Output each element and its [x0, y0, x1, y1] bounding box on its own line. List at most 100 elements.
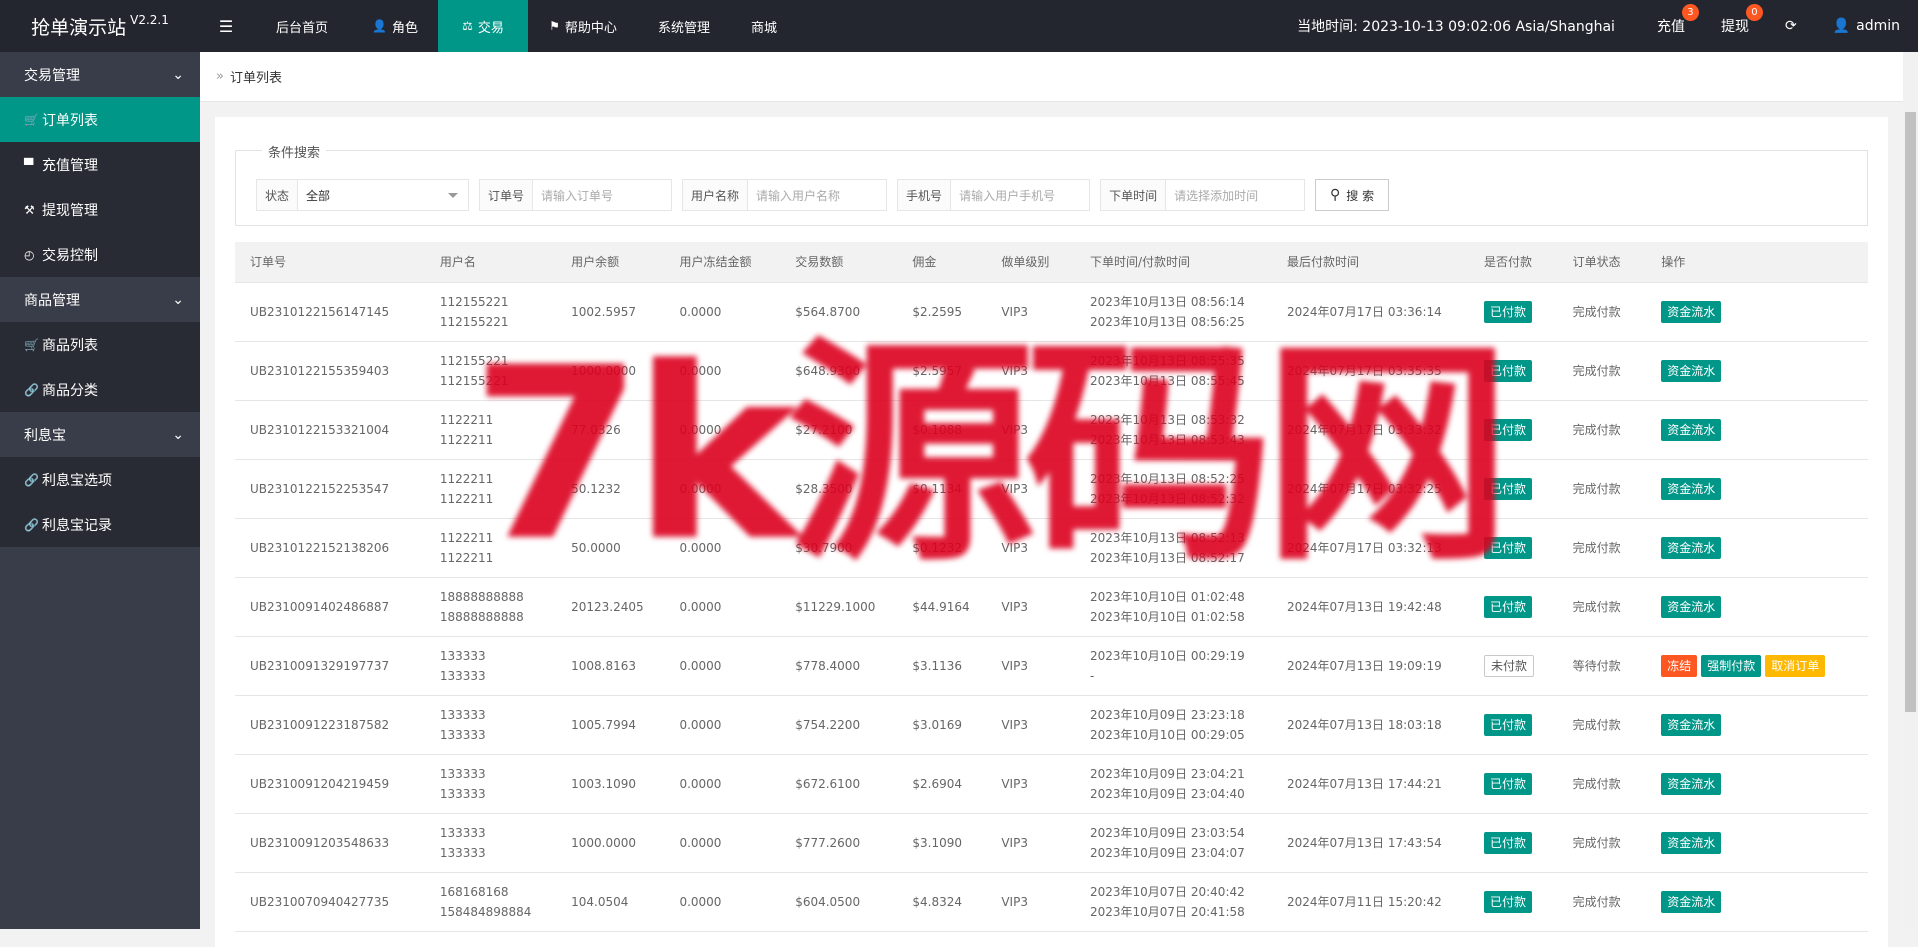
app-logo[interactable]: 抢单演示站 V2.2.1: [0, 0, 200, 52]
action-button[interactable]: 资金流水: [1661, 418, 1722, 441]
time-input[interactable]: 请选择添加时间: [1166, 180, 1304, 210]
username: 1122211: [439, 530, 494, 545]
action-button[interactable]: 资金流水: [1661, 890, 1722, 913]
sidebar-group-2[interactable]: 利息宝 ⌄: [0, 412, 200, 457]
table-header: 订单号 用户名 用户余额 用户冻结金额 交易数额 佣金 做单级别 下单时间/付款时间 最后付款时…: [235, 242, 1868, 283]
status-select[interactable]: 全部: [298, 180, 468, 210]
table-cell: VIP3: [986, 282, 1075, 342]
balance: 1008.8163: [571, 658, 637, 673]
sidebar-item-0-3[interactable]: ◴ 交易控制: [0, 232, 200, 277]
nav-item-label: 系统管理: [657, 20, 710, 36]
table-row: UB2310091203548633 133333 133333 1000.0000 0…: [235, 813, 1868, 873]
action-button[interactable]: 资金流水: [1661, 772, 1722, 795]
frozen-amount: 0.0000: [679, 599, 722, 614]
table-cell: 104.0504: [556, 872, 665, 932]
order-filter: 订单号 请输入订单号: [479, 179, 673, 211]
phone-input[interactable]: 请输入用户手机号: [951, 180, 1089, 210]
page-scrollbar[interactable]: [1903, 52, 1918, 929]
recharge-label: 充值: [1656, 19, 1685, 35]
order-time: 2023年10月13日 08:55:35: [1089, 353, 1245, 368]
refresh-icon[interactable]: ⟳: [1767, 0, 1815, 52]
last-pay-time: 2024年07月13日 17:44:21: [1286, 776, 1442, 791]
action-button[interactable]: 资金流水: [1661, 536, 1722, 559]
nav-item-3[interactable]: ⚑ 帮助中心: [528, 0, 638, 52]
nav-item-4[interactable]: 系统管理: [638, 0, 730, 52]
order-status: 完成付款: [1572, 717, 1621, 732]
order-status: 完成付款: [1572, 304, 1621, 319]
nav-item-1[interactable]: 👤 角色: [352, 0, 438, 52]
username: 112155221: [439, 294, 509, 309]
trade-amount: $27.2100: [795, 422, 853, 437]
username: 112155221: [439, 373, 509, 388]
nav-item-2[interactable]: ⚖ 交易: [437, 0, 528, 52]
status-label: 状态: [257, 180, 299, 210]
action-button[interactable]: 资金流水: [1661, 359, 1722, 382]
action-button[interactable]: 取消订单: [1765, 654, 1826, 677]
sidebar-item-0-1[interactable]: ▀ 充值管理: [0, 142, 200, 187]
table-cell: 2023年10月09日 23:03:54 2023年10月09日 23:04:07: [1074, 813, 1272, 873]
action-button[interactable]: 资金流水: [1661, 713, 1722, 736]
action-button[interactable]: 资金流水: [1661, 477, 1722, 500]
action-button[interactable]: 资金流水: [1661, 831, 1722, 854]
table-cell: UB2310091204219459: [235, 754, 425, 814]
sidebar-item-label: 充值管理: [42, 157, 98, 174]
scrollbar-thumb[interactable]: [1905, 112, 1916, 712]
sidebar-item-2-0[interactable]: 🔗 利息宝选项: [0, 457, 200, 502]
dashboard-icon: ◴: [24, 247, 35, 262]
last-pay-time: 2024年07月13日 17:43:54: [1286, 835, 1442, 850]
trade-amount: $604.0500: [795, 894, 861, 909]
table-cell: 2023年10月09日 23:04:21 2023年10月09日 23:04:40: [1074, 754, 1272, 814]
frozen-amount: 0.0000: [679, 835, 722, 850]
order-status: 完成付款: [1572, 422, 1621, 437]
order-id: UB2310091204219459: [250, 776, 390, 791]
username-input[interactable]: 请输入用户名称: [748, 180, 886, 210]
column-header: 最后付款时间: [1271, 242, 1469, 283]
table-cell: 2024年07月17日 03:32:13: [1271, 518, 1469, 578]
sidebar-item-1-1[interactable]: 🔗 商品分类: [0, 367, 200, 412]
action-button[interactable]: 冻结: [1661, 654, 1698, 677]
table-cell: 2024年07月17日 03:32:25: [1271, 459, 1469, 519]
nav-item-0[interactable]: 后台首页: [252, 0, 352, 52]
action-button[interactable]: 资金流水: [1661, 300, 1722, 323]
recharge-button[interactable]: 充值 3: [1639, 0, 1703, 52]
column-header: 用户名: [424, 242, 557, 283]
sidebar-item-0-0[interactable]: 🛒 订单列表: [0, 97, 200, 142]
table-cell: 资金流水: [1646, 459, 1868, 519]
column-header: 订单状态: [1557, 242, 1647, 283]
table-cell: 2024年07月11日 15:20:42: [1271, 872, 1469, 932]
order-input[interactable]: 请输入订单号: [533, 180, 671, 210]
nav-item-5[interactable]: 商城: [730, 0, 798, 52]
user-menu[interactable]: 👤 admin: [1815, 0, 1918, 52]
column-header: 是否付款: [1468, 242, 1558, 283]
username: 133333: [439, 766, 486, 781]
search-panel: 条件搜索 状态 全部 订单号 请输入订单号 用户名称 请输入用户名称 手机号 请…: [235, 142, 1868, 226]
action-button[interactable]: 强制付款: [1701, 654, 1762, 677]
content-card: 条件搜索 状态 全部 订单号 请输入订单号 用户名称 请输入用户名称 手机号 请…: [215, 117, 1888, 947]
action-button[interactable]: 资金流水: [1661, 595, 1722, 618]
sidebar-item-2-1[interactable]: 🔗 利息宝记录: [0, 502, 200, 547]
table-cell: 等待付款: [1557, 636, 1647, 696]
balance: 1005.7994: [571, 717, 637, 732]
search-button[interactable]: ⚲ 搜 索: [1315, 179, 1390, 211]
username: 1122211: [439, 432, 494, 447]
chevron-down-icon: ⌄: [172, 291, 184, 308]
sidebar-item-1-0[interactable]: 🛒 商品列表: [0, 322, 200, 367]
sidebar-group-1[interactable]: 商品管理 ⌄: [0, 277, 200, 322]
orders-table: 订单号 用户名 用户余额 用户冻结金额 交易数额 佣金 做单级别 下单时间/付款时间 最后付款时…: [235, 242, 1868, 932]
table-cell: 2024年07月17日 03:35:35: [1271, 341, 1469, 401]
balance: 1000.0000: [571, 835, 637, 850]
withdraw-button[interactable]: 提现 0: [1703, 0, 1767, 52]
sidebar-item-label: 交易控制: [42, 247, 98, 264]
table-cell: $2.2595: [897, 282, 987, 342]
sidebar-item-0-2[interactable]: ⚒ 提现管理: [0, 187, 200, 232]
table-cell: $30.7900: [780, 518, 898, 578]
table-cell: VIP3: [986, 400, 1075, 460]
vip-level: VIP3: [1001, 363, 1028, 378]
table-cell: $777.2600: [780, 813, 898, 873]
paid-status-badge: 已付款: [1483, 418, 1532, 441]
order-status: 等待付款: [1572, 658, 1621, 673]
sidebar-group-0[interactable]: 交易管理 ⌄: [0, 52, 200, 97]
menu-toggle-icon[interactable]: ☰: [200, 0, 252, 52]
table-cell: 1008.8163: [556, 636, 665, 696]
table-cell: 2023年10月13日 08:52:25 2023年10月13日 08:52:32: [1074, 459, 1272, 519]
